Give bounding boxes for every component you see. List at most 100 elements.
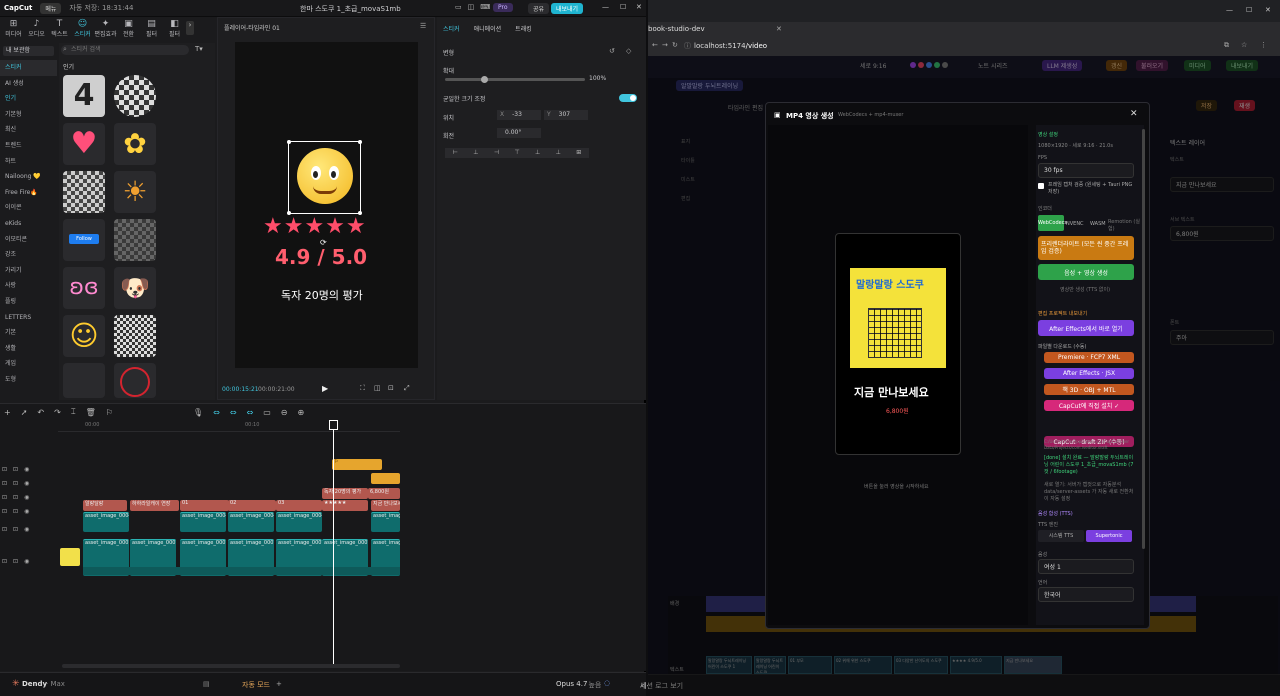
split-tool-icon[interactable]: ⌶ [71, 407, 76, 417]
encoder-remotion[interactable]: Remotion (실험) [1108, 218, 1140, 232]
sidebar-item[interactable]: 하트 [0, 154, 57, 170]
scale-slider[interactable] [445, 76, 585, 83]
sticker-flower[interactable]: ✿ [114, 123, 156, 165]
sidebar-item[interactable]: 도형 [0, 372, 57, 388]
mark-icon[interactable]: ⚐ [106, 408, 113, 417]
pos-x-field[interactable]: X -33 [497, 110, 541, 120]
auto-mode-label[interactable]: 자동 모드 [242, 680, 270, 690]
text-clip[interactable]: 6,800원 [368, 488, 400, 499]
redo-icon[interactable]: ↷ [54, 408, 61, 417]
eye-icon[interactable]: ◉ [24, 508, 29, 515]
modal-scrollbar[interactable] [1142, 129, 1145, 549]
lock-icon[interactable]: ⊡ [13, 466, 18, 473]
pos-y-field[interactable]: Y 307 [544, 110, 588, 120]
zoom-out-icon[interactable]: ⊖ [281, 408, 288, 417]
tab-tracking[interactable]: 트래킹 [515, 24, 532, 33]
text-clip[interactable]: 03 [276, 500, 322, 511]
align-middle-icon[interactable]: ⊥ [535, 148, 540, 158]
sidebar-item[interactable]: Free Fire🔥 [0, 185, 57, 201]
forward-icon[interactable]: → [662, 41, 668, 49]
snapshot-icon[interactable]: ◫ [374, 384, 381, 392]
text-clip[interactable]: 01 [180, 500, 229, 511]
sticker-disco-ball[interactable] [114, 75, 156, 117]
browser-tab-title[interactable]: book-studio-dev [648, 25, 705, 33]
sticker-smirk-emoji[interactable]: ☺ [63, 315, 105, 357]
maximize-icon[interactable]: ☐ [620, 3, 626, 11]
tool-transition[interactable]: ▣ 전환 [117, 17, 140, 39]
eye-icon[interactable]: ◉ [24, 466, 29, 473]
language-select[interactable]: 한국어 [1038, 587, 1134, 602]
sidebar-item[interactable]: 플링 [0, 294, 57, 310]
encoder-wasm[interactable]: WASM [1090, 221, 1106, 227]
text-clip[interactable]: 02 [228, 500, 276, 511]
export-button[interactable]: 내보내기 [551, 3, 584, 14]
sidebar-item[interactable]: 최신 [0, 122, 57, 138]
back-icon[interactable]: ← [652, 41, 658, 49]
minimize-icon[interactable]: — [602, 3, 609, 11]
bookmark-icon[interactable]: ☆ [1241, 41, 1247, 49]
sidebar-item[interactable]: 이이콘 [0, 200, 57, 216]
mic-icon[interactable]: 🎙 [193, 408, 203, 417]
lock-icon[interactable]: ⊡ [2, 480, 7, 487]
sidebar-item[interactable]: 기본형 [0, 107, 57, 123]
ratio-icon[interactable]: ⛶ [360, 384, 365, 393]
sidebar-item[interactable]: 인기 [0, 91, 57, 107]
tool-sticker[interactable]: ☺ 스티커 [71, 17, 94, 39]
audio-clip[interactable] [83, 567, 400, 575]
pre-render-button[interactable]: 프리렌더라이트 (모든 씬 중간 프레임 검증) [1038, 236, 1134, 260]
lock-icon[interactable]: ⊡ [13, 526, 18, 533]
share-button[interactable]: 공유 [528, 3, 550, 14]
lock-icon[interactable]: ⊡ [13, 508, 18, 515]
sidebar-item[interactable]: 스티커 [0, 60, 57, 76]
sticker-clip-2[interactable] [371, 473, 400, 484]
export-option-button[interactable]: CapCut에 직접 설치 ✓ [1044, 400, 1134, 411]
tool-media[interactable]: ⊞ 미디어 [2, 17, 25, 39]
ae-open-button[interactable]: After Effects에서 바로 열기 [1038, 320, 1134, 336]
sidebar-item[interactable]: AI 생성 [0, 76, 57, 92]
align-center-icon[interactable]: ⊥ [473, 148, 478, 158]
zoom-fit-icon[interactable]: ⊡ [388, 384, 394, 392]
sidebar-item[interactable]: LETTERS [0, 310, 57, 326]
split-icon[interactable]: ◫ [468, 3, 475, 11]
text-clip[interactable]: 지금 만나보세 [371, 500, 400, 511]
caption-icon[interactable]: ▭ [263, 408, 271, 417]
zoom-in-icon[interactable]: ⊕ [297, 408, 304, 417]
tool-adjust[interactable]: ◧ 필터 [163, 17, 186, 39]
tool-filter[interactable]: ▤ 필터 [140, 17, 163, 39]
pro-badge[interactable]: Pro [493, 3, 513, 12]
align-toolbar[interactable]: ⊢ ⊥ ⊣ ⊤ ⊥ ⊥ ⊞ [445, 148, 589, 158]
rotation-field[interactable]: 0.00° [497, 128, 541, 138]
sticker-blur-block[interactable] [114, 219, 156, 261]
sidebar-item[interactable]: 트렌드 [0, 138, 57, 154]
distribute-icon[interactable]: ⊞ [576, 148, 581, 158]
asset-clip[interactable]: asset_image_0004.j [180, 512, 226, 532]
sticker-pixel-block[interactable] [63, 171, 105, 213]
browser-maximize-icon[interactable]: ☐ [1246, 6, 1252, 14]
sidebar-item[interactable]: 강조 [0, 247, 57, 263]
export-option-button[interactable]: Premiere · FCP7 XML [1044, 352, 1134, 363]
sidebar-item[interactable]: 게임 [0, 356, 57, 372]
layout-icon[interactable]: ▭ [455, 3, 462, 11]
sticker-clip[interactable]: ⚐ [332, 459, 382, 470]
align-right-icon[interactable]: ⊣ [494, 148, 499, 158]
frame-check-checkbox[interactable] [1038, 183, 1044, 189]
sticker-countdown-4[interactable]: 4 [63, 75, 105, 117]
keyframe-icon[interactable]: ◇ [626, 47, 631, 55]
preview-axis-icon[interactable]: ⇔ [247, 408, 254, 417]
player-menu-icon[interactable]: ☰ [420, 22, 426, 30]
text-clip[interactable]: 하하라일캐이 연장 [130, 500, 179, 511]
fps-select[interactable]: 30 fps [1038, 163, 1134, 178]
tab-animation[interactable]: 애니메이션 [474, 24, 502, 33]
lock-icon[interactable]: ⊡ [2, 494, 7, 501]
sidebar-item[interactable]: Nailoong 💛 [0, 169, 57, 185]
sticker-selection-box[interactable] [287, 140, 362, 215]
tab-sticker[interactable]: 스티커 [443, 24, 460, 33]
lock-icon[interactable]: ⊡ [2, 466, 7, 473]
site-info-icon[interactable]: ⓘ [684, 41, 691, 51]
toolbar-more-icon[interactable]: › [186, 21, 194, 35]
sidebar-item[interactable]: 생활 [0, 341, 57, 357]
scale-value[interactable]: 100% [589, 75, 606, 82]
reset-icon[interactable]: ↺ [609, 47, 615, 55]
sidebar-item[interactable]: 이모티콘 [0, 232, 57, 248]
extensions-icon[interactable]: ⧉ [1224, 41, 1229, 50]
